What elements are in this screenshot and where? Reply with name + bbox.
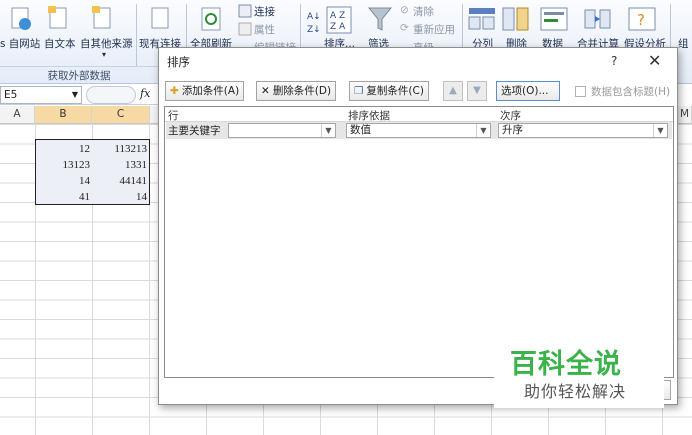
has-headers-checkbox[interactable] [575,86,586,97]
sort-az-icon[interactable]: A↓ Z↓ [306,8,322,34]
filter-icon [367,7,393,31]
add-level-label: 添加条件(A) [181,85,240,97]
formula-cancel-enter[interactable] [86,86,136,104]
web-query-icon [11,7,31,30]
move-down-icon[interactable]: ▼ [467,81,487,101]
column-header-b[interactable]: B [35,106,92,124]
connections-icon [238,4,252,18]
sort-on-value: 数值 [350,124,371,136]
options-button[interactable]: 选项(O)... [496,81,560,101]
from-other-button[interactable]: 自其他来源 [80,36,133,51]
delete-level-label: 删除条件(D) [272,85,332,97]
sort-icon: A ZZ A [326,6,352,34]
reapply-icon: ⟳ [400,22,409,34]
chevron-down-icon[interactable]: ▼ [321,124,335,137]
order-value: 升序 [502,124,523,136]
cell-c5[interactable]: 14 [92,189,147,205]
group-button[interactable]: 组 [678,36,689,51]
properties-button[interactable]: 属性 [254,22,275,37]
name-box-value: E5 [4,89,18,101]
sort-levels-list: 行 排序依据 次序 主要关键字 ▼ 数值 ▼ 升序 ▼ [164,106,674,378]
cell-b2[interactable]: 12 [35,141,90,157]
svg-text:Z A: Z A [330,22,346,32]
other-source-icon [92,6,111,29]
data-validation-icon [540,7,568,31]
order-select[interactable]: 升序 ▼ [498,123,668,138]
primary-key-label: 主要关键字 [168,125,221,137]
svg-text:A↓: A↓ [307,12,321,22]
cell-b3[interactable]: 13123 [35,157,91,173]
cell-c4[interactable]: 44141 [92,173,148,189]
cell-b4[interactable]: 14 [35,173,90,189]
clear-filter-icon: ⊘ [400,4,409,16]
properties-icon [238,22,252,36]
svg-text:?: ? [637,11,645,29]
add-level-icon: ✚ [170,85,179,97]
column-header-m[interactable]: M [678,106,692,124]
move-up-icon[interactable]: ▲ [443,81,463,101]
column-header-c[interactable]: C [92,106,150,124]
watermark-subtitle: 助你轻松解决 [524,382,627,401]
watermark-logo: 百科全说 助你轻松解决 [494,340,664,408]
copy-level-label: 复制条件(C) [366,85,424,97]
column-header-a[interactable]: A [0,106,35,124]
cell-c2[interactable]: 113213 [92,141,147,157]
from-web-button[interactable]: s 自网站 [0,36,40,51]
name-box[interactable]: E5 ▼ [0,86,82,104]
what-if-icon: ? [628,7,656,31]
existing-connections-icon [151,7,169,29]
cell-c3[interactable]: 1331 [92,157,147,173]
sort-on-select[interactable]: 数值 ▼ [346,123,491,138]
refresh-icon [201,7,221,31]
sort-by-column-select[interactable]: ▼ [228,123,336,138]
close-icon[interactable]: ✕ [648,51,661,70]
chevron-down-icon[interactable]: ▼ [72,87,78,103]
watermark-title: 百科全说 [510,349,622,380]
delete-icon: ✕ [261,85,270,97]
chevron-down-icon[interactable]: ▾ [102,50,106,59]
help-icon[interactable]: ? [611,54,617,68]
from-text-button[interactable]: 自文本 [44,36,76,51]
copy-level-button[interactable]: ❐ 复制条件(C) [349,81,429,101]
dialog-title: 排序 [167,55,190,69]
clear-button[interactable]: 清除 [413,4,434,19]
text-file-icon [48,6,67,29]
svg-text:A Z: A Z [330,11,345,21]
add-level-button[interactable]: ✚ 添加条件(A) [165,81,245,101]
chevron-down-icon[interactable]: ▼ [476,124,490,137]
svg-text:Z↓: Z↓ [307,25,321,34]
has-headers-label: 数据包含标题(H) [591,86,671,98]
function-icon[interactable]: fx [140,87,150,100]
text-to-columns-icon [468,8,495,30]
reapply-button[interactable]: 重新应用 [413,22,455,37]
group-label-external-data: 获取外部数据 [0,66,158,84]
connections-button[interactable]: 连接 [254,4,275,19]
delete-level-button[interactable]: ✕ 删除条件(D) [256,81,337,101]
remove-duplicates-icon [502,7,529,31]
cell-b5[interactable]: 41 [35,189,90,205]
formula-bar: E5 ▼ fx [0,85,160,105]
copy-icon: ❐ [354,85,364,97]
chevron-down-icon[interactable]: ▼ [653,124,667,137]
consolidate-icon [584,9,611,29]
